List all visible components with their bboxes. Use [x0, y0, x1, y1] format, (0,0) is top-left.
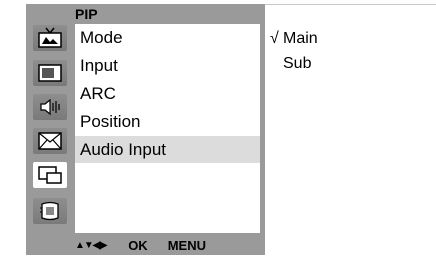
sidebar-item-sound[interactable]	[33, 94, 67, 120]
speaker-icon	[37, 97, 63, 117]
chip-icon	[37, 200, 63, 222]
navigation-arrows-icon: ▲▼◀▶	[75, 239, 107, 251]
tv-icon	[37, 27, 63, 49]
screen-icon	[37, 63, 63, 83]
sidebar-item-picture[interactable]	[33, 60, 67, 86]
pip-windows-icon	[37, 165, 63, 185]
option-sub[interactable]: Sub	[283, 55, 311, 73]
menu-item-mode[interactable]: Mode	[75, 24, 260, 51]
menu-item-list: Mode Input ARC Position Audio Input	[75, 24, 260, 233]
audio-input-submenu: √ Main Sub	[265, 4, 436, 255]
category-sidebar	[26, 22, 74, 234]
menu-item-audio-input[interactable]: Audio Input	[75, 136, 260, 163]
check-mark-icon: √	[270, 30, 279, 47]
menu-footer: ▲▼◀▶ OK MENU	[75, 237, 206, 253]
ok-hint: OK	[128, 237, 148, 253]
option-main[interactable]: √ Main	[270, 30, 318, 48]
menu-title: PIP	[75, 6, 98, 22]
osd-menu-panel: PIP Mode Input ARC Position Audio Input …	[26, 4, 265, 255]
menu-item-input[interactable]: Input	[75, 52, 260, 79]
sidebar-item-pip[interactable]	[33, 162, 67, 188]
envelope-icon	[37, 131, 63, 151]
sidebar-item-tv[interactable]	[33, 25, 67, 51]
sidebar-item-special[interactable]	[33, 128, 67, 154]
menu-hint: MENU	[167, 237, 206, 253]
menu-item-position[interactable]: Position	[75, 108, 260, 135]
option-main-label: Main	[283, 30, 318, 47]
sidebar-item-setup[interactable]	[33, 198, 67, 224]
menu-item-arc[interactable]: ARC	[75, 80, 260, 107]
